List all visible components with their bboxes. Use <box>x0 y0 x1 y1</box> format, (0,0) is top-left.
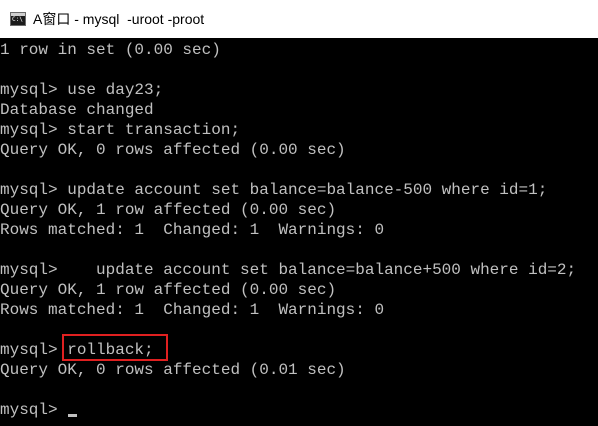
console-line: Query OK, 0 rows affected (0.01 sec) <box>0 361 346 379</box>
text-cursor <box>68 414 78 417</box>
console-line: Rows matched: 1 Changed: 1 Warnings: 0 <box>0 301 385 319</box>
console-icon <box>10 12 26 26</box>
console-line: mysql> start transaction; <box>0 121 241 139</box>
console-output[interactable]: 1 row in set (0.00 sec) mysql> use day23… <box>0 38 598 426</box>
console-window: A窗口 - mysql -uroot -proot 1 row in set (… <box>0 0 598 426</box>
console-line: Database changed <box>0 101 154 119</box>
console-line: Query OK, 0 rows affected (0.00 sec) <box>0 141 346 159</box>
console-line: mysql> use day23; <box>0 81 164 99</box>
window-title: A窗口 - mysql -uroot -proot <box>33 11 205 27</box>
console-lines: 1 row in set (0.00 sec) mysql> use day23… <box>0 40 576 420</box>
console-line: mysql> update account set balance=balanc… <box>0 181 548 199</box>
console-prompt: mysql> <box>0 401 68 419</box>
console-prompt-line[interactable]: mysql> <box>0 400 576 420</box>
console-line: Rows matched: 1 Changed: 1 Warnings: 0 <box>0 221 385 239</box>
title-bar[interactable]: A窗口 - mysql -uroot -proot <box>0 0 598 38</box>
console-line: mysql> update account set balance=balanc… <box>0 261 577 279</box>
console-line: Query OK, 1 row affected (0.00 sec) <box>0 281 337 299</box>
rollback-highlight-box <box>62 334 168 361</box>
console-line: 1 row in set (0.00 sec) <box>0 41 221 59</box>
console-line: Query OK, 1 row affected (0.00 sec) <box>0 201 337 219</box>
